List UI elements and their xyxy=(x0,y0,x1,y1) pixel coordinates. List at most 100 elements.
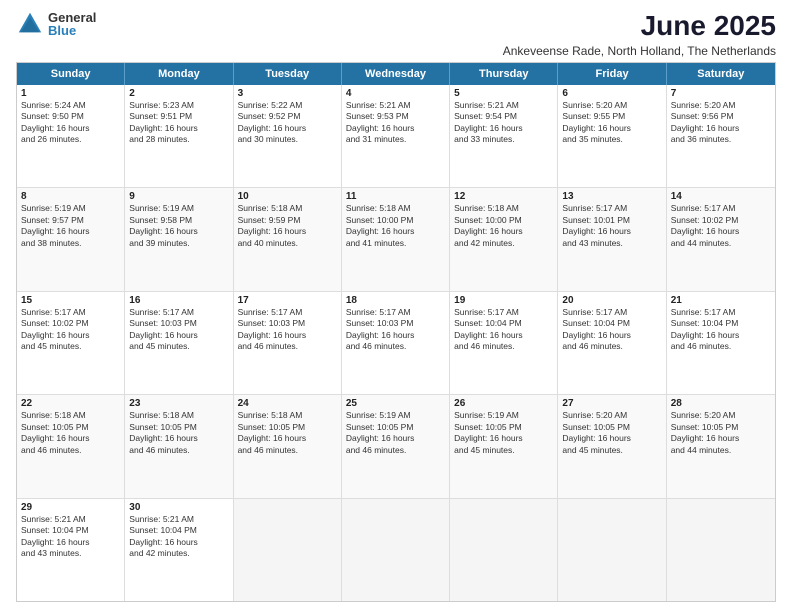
logo-text: General Blue xyxy=(48,11,96,37)
cell-line: Sunset: 10:01 PM xyxy=(562,215,661,226)
calendar-subtitle: Ankeveense Rade, North Holland, The Neth… xyxy=(503,44,776,58)
cell-line: and 44 minutes. xyxy=(671,238,771,249)
cell-line: Sunset: 9:50 PM xyxy=(21,111,120,122)
calendar-cell-27: 27Sunrise: 5:20 AMSunset: 10:05 PMDaylig… xyxy=(558,395,666,497)
cell-line: and 36 minutes. xyxy=(671,134,771,145)
cell-line: Sunset: 10:05 PM xyxy=(129,422,228,433)
cell-line: Sunset: 9:53 PM xyxy=(346,111,445,122)
cell-line: Daylight: 16 hours xyxy=(671,433,771,444)
cell-line: Daylight: 16 hours xyxy=(562,123,661,134)
day-number: 9 xyxy=(129,191,228,202)
cell-line: Daylight: 16 hours xyxy=(238,330,337,341)
cell-line: Sunset: 9:56 PM xyxy=(671,111,771,122)
calendar-cell-16: 16Sunrise: 5:17 AMSunset: 10:03 PMDaylig… xyxy=(125,292,233,394)
cell-line: Daylight: 16 hours xyxy=(238,433,337,444)
header-day-friday: Friday xyxy=(558,63,666,85)
day-number: 18 xyxy=(346,295,445,306)
cell-line: Sunrise: 5:20 AM xyxy=(671,100,771,111)
cell-line: Daylight: 16 hours xyxy=(346,226,445,237)
cell-line: and 39 minutes. xyxy=(129,238,228,249)
cell-line: Sunset: 9:55 PM xyxy=(562,111,661,122)
day-number: 21 xyxy=(671,295,771,306)
day-number: 27 xyxy=(562,398,661,409)
cell-line: and 43 minutes. xyxy=(21,548,120,559)
cell-line: Sunrise: 5:18 AM xyxy=(238,410,337,421)
calendar-cell-2: 2Sunrise: 5:23 AMSunset: 9:51 PMDaylight… xyxy=(125,85,233,187)
cell-line: Sunrise: 5:20 AM xyxy=(562,100,661,111)
day-number: 1 xyxy=(21,88,120,99)
cell-line: Sunrise: 5:20 AM xyxy=(562,410,661,421)
day-number: 28 xyxy=(671,398,771,409)
day-number: 3 xyxy=(238,88,337,99)
cell-line: Sunrise: 5:19 AM xyxy=(21,203,120,214)
cell-line: Sunset: 9:59 PM xyxy=(238,215,337,226)
cell-line: Sunset: 10:05 PM xyxy=(671,422,771,433)
cell-line: Daylight: 16 hours xyxy=(21,226,120,237)
cell-line: Sunrise: 5:19 AM xyxy=(129,203,228,214)
day-number: 4 xyxy=(346,88,445,99)
cell-line: Sunset: 10:03 PM xyxy=(346,318,445,329)
cell-line: and 31 minutes. xyxy=(346,134,445,145)
cell-line: Sunset: 10:02 PM xyxy=(21,318,120,329)
logo: General Blue xyxy=(16,10,96,38)
cell-line: Sunset: 10:05 PM xyxy=(238,422,337,433)
calendar-header: SundayMondayTuesdayWednesdayThursdayFrid… xyxy=(17,63,775,85)
day-number: 11 xyxy=(346,191,445,202)
cell-line: and 40 minutes. xyxy=(238,238,337,249)
cell-line: and 46 minutes. xyxy=(671,341,771,352)
cell-line: Daylight: 16 hours xyxy=(562,330,661,341)
day-number: 5 xyxy=(454,88,553,99)
cell-line: Sunrise: 5:21 AM xyxy=(21,514,120,525)
cell-line: and 41 minutes. xyxy=(346,238,445,249)
cell-line: Sunset: 10:00 PM xyxy=(346,215,445,226)
calendar-cell-6: 6Sunrise: 5:20 AMSunset: 9:55 PMDaylight… xyxy=(558,85,666,187)
cell-line: Sunset: 9:52 PM xyxy=(238,111,337,122)
day-number: 26 xyxy=(454,398,553,409)
calendar-cell-13: 13Sunrise: 5:17 AMSunset: 10:01 PMDaylig… xyxy=(558,188,666,290)
header-day-wednesday: Wednesday xyxy=(342,63,450,85)
cell-line: Sunset: 10:03 PM xyxy=(238,318,337,329)
day-number: 25 xyxy=(346,398,445,409)
cell-line: Daylight: 16 hours xyxy=(454,226,553,237)
cell-line: Sunrise: 5:23 AM xyxy=(129,100,228,111)
cell-line: Daylight: 16 hours xyxy=(21,330,120,341)
calendar-cell-24: 24Sunrise: 5:18 AMSunset: 10:05 PMDaylig… xyxy=(234,395,342,497)
cell-line: Sunrise: 5:17 AM xyxy=(562,307,661,318)
cell-line: Daylight: 16 hours xyxy=(454,123,553,134)
cell-line: Sunrise: 5:17 AM xyxy=(346,307,445,318)
day-number: 16 xyxy=(129,295,228,306)
calendar-cell-30: 30Sunrise: 5:21 AMSunset: 10:04 PMDaylig… xyxy=(125,499,233,601)
day-number: 29 xyxy=(21,502,120,513)
cell-line: and 46 minutes. xyxy=(21,445,120,456)
cell-line: and 46 minutes. xyxy=(346,445,445,456)
cell-line: Daylight: 16 hours xyxy=(671,330,771,341)
calendar-row-4: 22Sunrise: 5:18 AMSunset: 10:05 PMDaylig… xyxy=(17,395,775,498)
calendar-cell-5: 5Sunrise: 5:21 AMSunset: 9:54 PMDaylight… xyxy=(450,85,558,187)
header-day-sunday: Sunday xyxy=(17,63,125,85)
day-number: 6 xyxy=(562,88,661,99)
logo-icon xyxy=(16,10,44,38)
day-number: 2 xyxy=(129,88,228,99)
cell-line: Sunset: 10:05 PM xyxy=(562,422,661,433)
cell-line: and 45 minutes. xyxy=(562,445,661,456)
cell-line: and 44 minutes. xyxy=(671,445,771,456)
calendar-row-5: 29Sunrise: 5:21 AMSunset: 10:04 PMDaylig… xyxy=(17,499,775,601)
calendar-cell-empty-6 xyxy=(667,499,775,601)
calendar-cell-10: 10Sunrise: 5:18 AMSunset: 9:59 PMDayligh… xyxy=(234,188,342,290)
calendar-row-1: 1Sunrise: 5:24 AMSunset: 9:50 PMDaylight… xyxy=(17,85,775,188)
cell-line: Sunset: 10:04 PM xyxy=(671,318,771,329)
day-number: 20 xyxy=(562,295,661,306)
cell-line: Sunrise: 5:19 AM xyxy=(454,410,553,421)
cell-line: Sunrise: 5:18 AM xyxy=(454,203,553,214)
cell-line: Sunrise: 5:17 AM xyxy=(129,307,228,318)
cell-line: Daylight: 16 hours xyxy=(21,123,120,134)
cell-line: Sunset: 9:58 PM xyxy=(129,215,228,226)
calendar-cell-25: 25Sunrise: 5:19 AMSunset: 10:05 PMDaylig… xyxy=(342,395,450,497)
cell-line: and 46 minutes. xyxy=(346,341,445,352)
cell-line: Sunset: 9:57 PM xyxy=(21,215,120,226)
cell-line: Sunset: 10:04 PM xyxy=(21,525,120,536)
cell-line: and 33 minutes. xyxy=(454,134,553,145)
cell-line: Sunrise: 5:17 AM xyxy=(562,203,661,214)
cell-line: Daylight: 16 hours xyxy=(346,330,445,341)
cell-line: Sunrise: 5:17 AM xyxy=(21,307,120,318)
